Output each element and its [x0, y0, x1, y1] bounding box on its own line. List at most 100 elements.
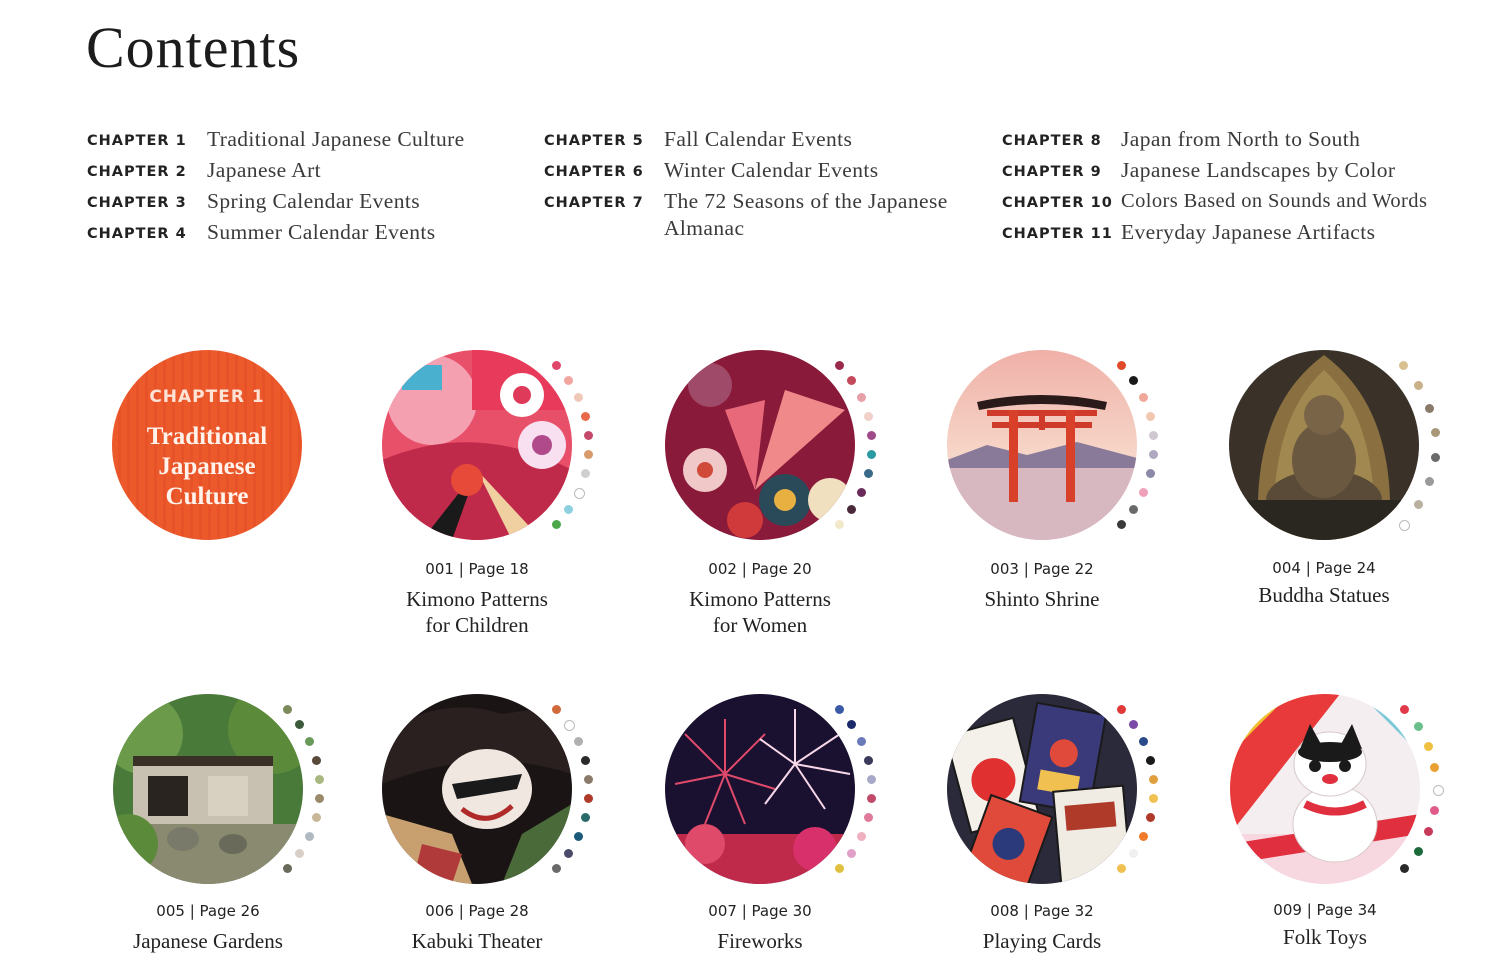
chapter-title: Summer Calendar Events — [207, 220, 436, 244]
entry-title[interactable]: Buddha Statues — [1194, 582, 1454, 608]
fireworks-image[interactable] — [665, 694, 855, 884]
chapter-title: Everyday Japanese Artifacts — [1121, 220, 1376, 244]
palette-swatch — [1116, 705, 1126, 715]
palette-swatch — [1149, 430, 1159, 440]
palette-swatch — [847, 848, 857, 858]
palette-swatch — [1414, 500, 1424, 510]
palette-swatch — [863, 813, 873, 823]
entry-title[interactable]: Kimono Patterns for Women — [630, 586, 890, 638]
chapter-title: The 72 Seasons of the Japanese Almanac — [664, 189, 948, 240]
palette-swatch — [863, 755, 873, 765]
palette-swatch — [564, 848, 574, 858]
palette-swatch — [1425, 477, 1435, 487]
entry-title[interactable]: Fireworks — [630, 928, 890, 954]
playing-cards-image[interactable] — [947, 694, 1137, 884]
buddha-statue-image[interactable] — [1229, 350, 1419, 540]
entry-title[interactable]: Playing Cards — [912, 928, 1172, 954]
toc-entry[interactable]: CHAPTER 5 Fall Calendar Events — [544, 126, 954, 157]
palette-swatch — [1399, 705, 1409, 715]
palette-swatch — [584, 430, 594, 440]
chapter-label: CHAPTER 4 — [87, 226, 187, 242]
palette-swatch — [305, 831, 314, 841]
palette-swatch — [847, 376, 857, 386]
chapter-label: CHAPTER 9 — [1002, 164, 1102, 180]
palette-swatch — [867, 450, 877, 460]
palette-swatch — [1129, 720, 1139, 730]
palette-swatch — [574, 393, 583, 403]
palette-swatch — [295, 720, 305, 730]
chapter-title: Japanese Art — [207, 158, 322, 182]
entry-title[interactable]: Folk Toys — [1195, 924, 1455, 950]
palette-swatch — [574, 831, 583, 841]
toc-entry[interactable]: CHAPTER 8 Japan from North to South — [1002, 126, 1491, 157]
kabuki-theater-image[interactable] — [382, 694, 572, 884]
shinto-shrine-image[interactable] — [947, 350, 1137, 540]
palette-swatch — [867, 774, 877, 784]
toc-entry[interactable]: CHAPTER 4 Summer Calendar Events — [87, 219, 507, 250]
palette-swatch — [863, 469, 873, 479]
entry-page-number: 009 | Page 34 — [1273, 901, 1377, 919]
palette-swatch — [834, 863, 844, 873]
page-title: Contents — [86, 15, 301, 80]
palette-swatch — [551, 519, 561, 529]
palette-swatch — [1430, 453, 1440, 463]
palette-swatch — [1116, 361, 1126, 371]
chapter-title: Japanese Landscapes by Color — [1121, 158, 1396, 182]
entry-page-number: 002 | Page 20 — [708, 560, 812, 578]
toc-entry[interactable]: CHAPTER 1 Traditional Japanese Culture — [87, 126, 507, 157]
palette-swatch — [867, 430, 877, 440]
palette-swatch — [580, 469, 590, 479]
palette-swatch — [551, 361, 561, 371]
kimono-children-image[interactable] — [382, 350, 572, 540]
palette-swatch — [584, 450, 594, 460]
palette-swatch — [1425, 403, 1435, 413]
palette-swatch — [551, 705, 561, 715]
toc-entry[interactable]: CHAPTER 3 Spring Calendar Events — [87, 188, 507, 219]
palette-swatch — [857, 737, 866, 747]
palette-swatch — [1432, 784, 1444, 796]
palette-swatch — [1116, 519, 1126, 529]
chapter-1-badge[interactable]: CHAPTER 1 Traditional Japanese Culture — [112, 350, 302, 540]
palette-swatch — [1414, 380, 1424, 390]
entry-title[interactable]: Kabuki Theater — [347, 928, 607, 954]
palette-swatch — [311, 813, 321, 823]
toc-column-3: CHAPTER 8 Japan from North to South CHAP… — [1002, 126, 1491, 250]
palette-swatch — [282, 863, 292, 873]
toc-entry[interactable]: CHAPTER 9 Japanese Landscapes by Color — [1002, 157, 1491, 188]
palette-swatch — [1398, 519, 1410, 531]
folk-toys-image[interactable] — [1230, 694, 1420, 884]
toc-entry[interactable]: CHAPTER 10 Colors Based on Sounds and Wo… — [1002, 188, 1491, 219]
toc-entry[interactable]: CHAPTER 11 Everyday Japanese Artifacts — [1002, 219, 1491, 250]
chapter-label: CHAPTER 2 — [87, 164, 187, 180]
toc-entry[interactable]: CHAPTER 7 The 72 Seasons of the Japanese… — [544, 188, 954, 250]
chapter-title: Colors Based on Sounds and Words — [1121, 190, 1428, 212]
toc-entry[interactable]: CHAPTER 6 Winter Calendar Events — [544, 157, 954, 188]
palette-swatch — [295, 848, 305, 858]
japanese-garden-image[interactable] — [113, 694, 303, 884]
toc-column-1: CHAPTER 1 Traditional Japanese Culture C… — [87, 126, 507, 250]
entry-title[interactable]: Japanese Gardens — [78, 928, 338, 954]
palette-swatch — [857, 487, 866, 497]
toc-entry[interactable]: CHAPTER 2 Japanese Art — [87, 157, 507, 188]
palette-swatch — [857, 831, 866, 841]
entry-page-number: 008 | Page 32 — [990, 902, 1094, 920]
chapter-label: CHAPTER 10 — [1002, 195, 1113, 211]
entry-title[interactable]: Shinto Shrine — [912, 586, 1172, 612]
chapter-label: CHAPTER 5 — [544, 133, 644, 149]
palette-swatch — [1149, 794, 1159, 804]
entry-title[interactable]: Kimono Patterns for Children — [347, 586, 607, 638]
palette-swatch — [584, 794, 594, 804]
palette-swatch — [1398, 361, 1408, 371]
palette-swatch — [282, 705, 292, 715]
palette-swatch — [1413, 722, 1423, 732]
palette-swatch — [574, 737, 583, 747]
chapter-label: CHAPTER 6 — [544, 164, 644, 180]
palette-swatch — [1145, 469, 1155, 479]
kimono-women-image[interactable] — [665, 350, 855, 540]
palette-swatch — [584, 774, 594, 784]
palette-swatch — [1139, 831, 1148, 841]
palette-swatch — [1423, 741, 1433, 751]
entry-page-number: 001 | Page 18 — [425, 560, 529, 578]
chapter-title: Fall Calendar Events — [664, 127, 853, 151]
chapter-title: Winter Calendar Events — [664, 158, 879, 182]
